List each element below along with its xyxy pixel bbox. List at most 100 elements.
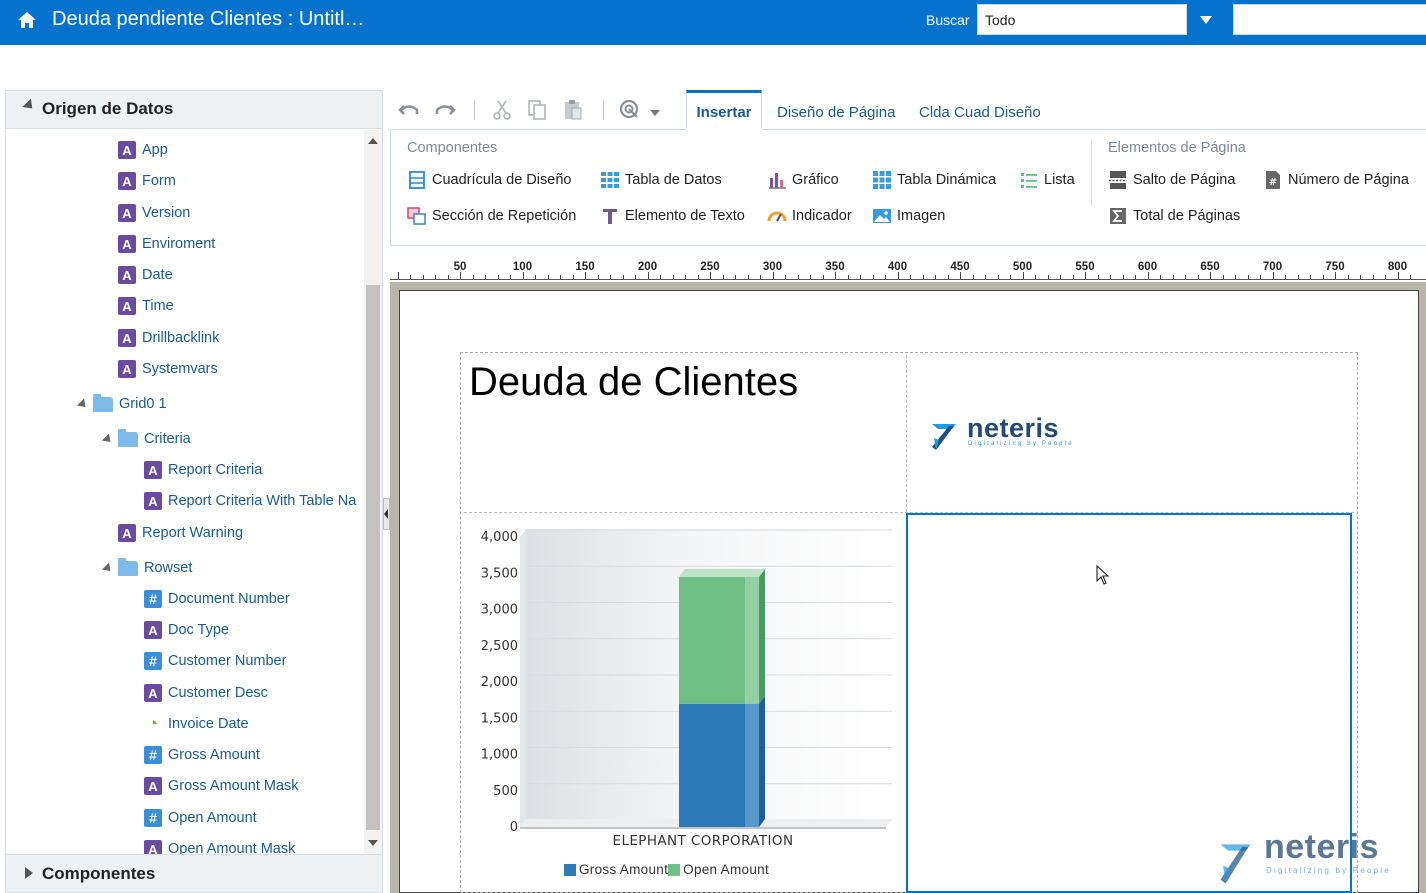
list-label: Lista: [1044, 172, 1075, 188]
search-scope-select[interactable]: Todo: [977, 4, 1187, 35]
data-source-header[interactable]: Origen de Datos: [6, 91, 382, 129]
page-break-button[interactable]: Salto de Página: [1108, 168, 1235, 192]
hyperlink-icon[interactable]: [618, 98, 642, 122]
tree-item[interactable]: # Document Number: [144, 587, 290, 611]
tree-item[interactable]: A Customer Desc: [144, 681, 268, 705]
scroll-down-icon[interactable]: [368, 840, 378, 846]
ruler-tick: [560, 275, 561, 279]
tree-item[interactable]: A Report Warning: [118, 521, 243, 545]
chart-button[interactable]: Gráfico: [767, 168, 839, 192]
image-button[interactable]: Imagen: [872, 204, 945, 228]
report-title[interactable]: Deuda de Clientes: [469, 360, 798, 405]
tree-item[interactable]: # Open Amount: [144, 806, 257, 830]
tab-clda-cuad-diseno[interactable]: Clda Cuad Diseño: [919, 90, 1041, 130]
tree-item[interactable]: A App: [118, 138, 168, 162]
grid-cell-logo[interactable]: neteris Digitalizing by People: [908, 355, 1354, 512]
tree-item[interactable]: A Doc Type: [144, 618, 229, 642]
neteris-logo-tagline: Digitalizing by People: [968, 441, 1074, 447]
ruler-tick: [897, 272, 899, 279]
tree-item[interactable]: # Gross Amount: [144, 743, 260, 767]
ruler-tick: [1347, 275, 1349, 279]
ruler-label: 800: [1387, 261, 1408, 273]
tree-expand-icon[interactable]: [101, 433, 115, 446]
ruler-tick: [1097, 275, 1099, 279]
ruler-label: 150: [575, 261, 595, 273]
page-number-button[interactable]: # Número de Página: [1263, 168, 1409, 192]
pivot-table-button[interactable]: Tabla Dinámica: [872, 168, 996, 192]
tree-item[interactable]: A Date: [118, 263, 173, 287]
tree-expand-icon[interactable]: [76, 398, 90, 411]
scroll-up-icon[interactable]: [368, 138, 378, 144]
tree-expand-icon[interactable]: [101, 562, 115, 575]
ruler-tick: [872, 275, 874, 279]
home-icon[interactable]: [16, 10, 38, 30]
tree-item[interactable]: A Enviroment: [118, 232, 215, 256]
ruler-tick: [460, 272, 461, 279]
tree-item-label: Invoice Date: [168, 716, 249, 732]
gauge-button[interactable]: Indicador: [767, 204, 852, 228]
redo-icon[interactable]: [433, 98, 457, 122]
tree-scrollbar[interactable]: [364, 130, 382, 854]
repeating-section-button[interactable]: Sección de Repetición: [407, 204, 576, 228]
panel-splitter[interactable]: [383, 498, 390, 530]
ruler-tick: [1335, 272, 1336, 279]
tree-item[interactable]: A Version: [118, 201, 190, 225]
ruler-tick: [797, 275, 799, 279]
tree-item[interactable]: A Drillbacklink: [118, 326, 219, 350]
ruler-tick: [735, 275, 736, 279]
toolbar-separator: [603, 100, 604, 120]
app-title: Deuda pendiente Clientes : Untitl…: [52, 8, 365, 30]
text-item-button[interactable]: Elemento de Texto: [600, 204, 745, 228]
list-button[interactable]: Lista: [1019, 168, 1075, 192]
ruler-tick: [1222, 275, 1224, 279]
text-item-icon: [603, 209, 617, 224]
components-header[interactable]: Componentes: [6, 854, 382, 892]
tree-item[interactable]: A Open Amount Mask: [144, 837, 295, 854]
data-table-button[interactable]: Tabla de Datos: [600, 168, 722, 192]
chevron-down-icon[interactable]: [1196, 10, 1216, 30]
tree-item-label: Rowset: [144, 560, 193, 576]
tree-item[interactable]: Rowset: [118, 556, 192, 580]
scrollbar-thumb[interactable]: [366, 285, 380, 830]
copy-icon[interactable]: [525, 98, 549, 122]
bar-highlight: [745, 703, 759, 827]
ruler-tick: [772, 272, 774, 279]
data-source-panel: Origen de Datos A App A Form A Version A Enviro…: [5, 90, 383, 893]
tree-item[interactable]: A Form: [118, 169, 176, 193]
ruler-tick: [1072, 275, 1074, 279]
x-category-label: ELEPHANT CORPORATION: [613, 833, 794, 849]
ruler-label: 600: [1137, 261, 1158, 273]
chart-label: Gráfico: [792, 172, 839, 188]
ruler-tick: [1285, 275, 1286, 279]
undo-icon[interactable]: [397, 98, 421, 122]
tree-item[interactable]: A Gross Amount Mask: [144, 774, 299, 798]
tree-item[interactable]: # Customer Number: [144, 649, 286, 673]
paste-icon[interactable]: [561, 98, 585, 122]
layout-grid-button[interactable]: Cuadrícula de Diseño: [407, 168, 571, 192]
tree-item[interactable]: Grid0 1: [93, 392, 167, 416]
tree-item-label: Form: [142, 173, 176, 189]
tree-item[interactable]: A Report Criteria: [144, 458, 262, 482]
date-field-icon: ◔: [147, 714, 159, 733]
tab-insertar[interactable]: Insertar: [686, 90, 762, 130]
tree-item[interactable]: A Time: [118, 294, 174, 318]
tree-item[interactable]: Criteria: [118, 427, 191, 451]
top-bar: Deuda pendiente Clientes : Untitl… Busca…: [0, 0, 1426, 45]
tree-item-label: Drillbacklink: [142, 330, 220, 346]
ruler-tick: [1110, 275, 1111, 279]
tree-item[interactable]: A Report Criteria With Table Na: [144, 489, 356, 513]
chevron-down-icon[interactable]: [646, 98, 664, 122]
total-pages-button[interactable]: Total de Páginas: [1108, 204, 1240, 228]
watermark-logo-tagline: Digitalizing by People: [1266, 866, 1391, 875]
y-tick-label: 500: [493, 784, 518, 799]
stacked-bar-chart[interactable]: 0 500 1,000 1,500 2,000 2,500 3,000 3,500 4,000 E…: [464, 520, 904, 893]
expand-triangle-icon[interactable]: [25, 867, 33, 879]
search-input[interactable]: [1233, 4, 1426, 35]
tab-diseno-de-pagina[interactable]: Diseño de Página: [777, 90, 895, 130]
number-field-icon: #: [144, 652, 162, 670]
cut-icon[interactable]: [490, 98, 514, 122]
tree-item[interactable]: A Systemvars: [118, 357, 218, 381]
ruler-label: 400: [887, 261, 908, 273]
tree-item[interactable]: ◔ Invoice Date: [144, 712, 249, 736]
collapse-triangle-icon[interactable]: [22, 98, 37, 113]
